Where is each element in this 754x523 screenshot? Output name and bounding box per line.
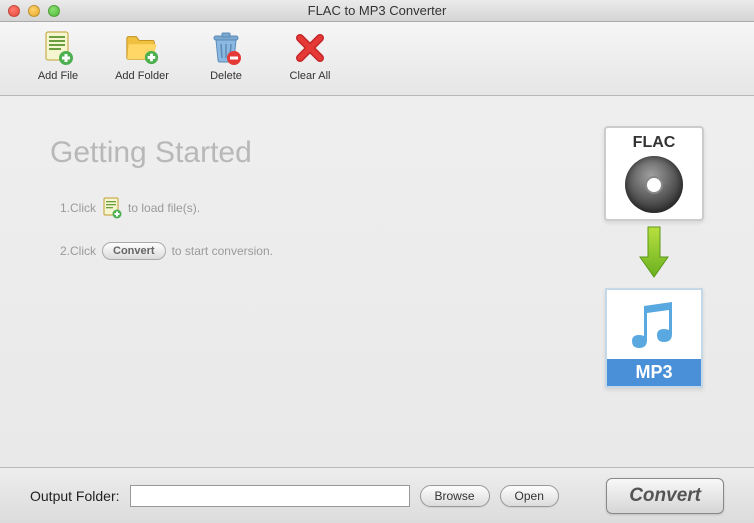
conversion-illustration: FLAC MP3 (599, 126, 709, 388)
output-folder-label: Output Folder: (30, 488, 120, 504)
delete-button[interactable]: Delete (198, 30, 254, 95)
step2-prefix: 2.Click (60, 244, 96, 258)
disc-icon (625, 156, 683, 213)
mp3-tile: MP3 (605, 288, 703, 388)
minimize-window-button[interactable] (28, 5, 40, 17)
add-file-label: Add File (38, 70, 78, 82)
convert-button[interactable]: Convert (606, 478, 724, 514)
flac-tile: FLAC (604, 126, 704, 221)
step2-suffix: to start conversion. (172, 244, 273, 258)
delete-label: Delete (210, 70, 242, 82)
main-area: Getting Started 1.Click to load file(s).… (0, 96, 754, 466)
toolbar: Add File Add Folder (0, 22, 754, 96)
window-title: FLAC to MP3 Converter (0, 3, 754, 18)
clear-all-button[interactable]: Clear All (282, 30, 338, 95)
browse-button[interactable]: Browse (420, 485, 490, 507)
convert-mini-button: Convert (102, 242, 166, 260)
clear-all-icon (292, 30, 328, 66)
add-file-mini-icon (102, 198, 122, 218)
delete-icon (208, 30, 244, 66)
open-button[interactable]: Open (500, 485, 559, 507)
bottom-bar: Output Folder: Browse Open Convert (0, 467, 754, 523)
titlebar: FLAC to MP3 Converter (0, 0, 754, 22)
add-folder-button[interactable]: Add Folder (114, 30, 170, 95)
mp3-label: MP3 (607, 359, 701, 386)
traffic-lights (0, 5, 60, 17)
music-notes-icon (607, 290, 701, 359)
step1-suffix: to load file(s). (128, 201, 200, 215)
maximize-window-button[interactable] (48, 5, 60, 17)
add-folder-label: Add Folder (115, 70, 169, 82)
output-folder-input[interactable] (130, 485, 410, 507)
add-file-icon (40, 30, 76, 66)
flac-label: FLAC (633, 134, 676, 152)
add-file-button[interactable]: Add File (30, 30, 86, 95)
add-folder-icon (124, 30, 160, 66)
close-window-button[interactable] (8, 5, 20, 17)
arrow-down-icon (636, 225, 672, 284)
step1-prefix: 1.Click (60, 201, 96, 215)
clear-all-label: Clear All (290, 70, 331, 82)
